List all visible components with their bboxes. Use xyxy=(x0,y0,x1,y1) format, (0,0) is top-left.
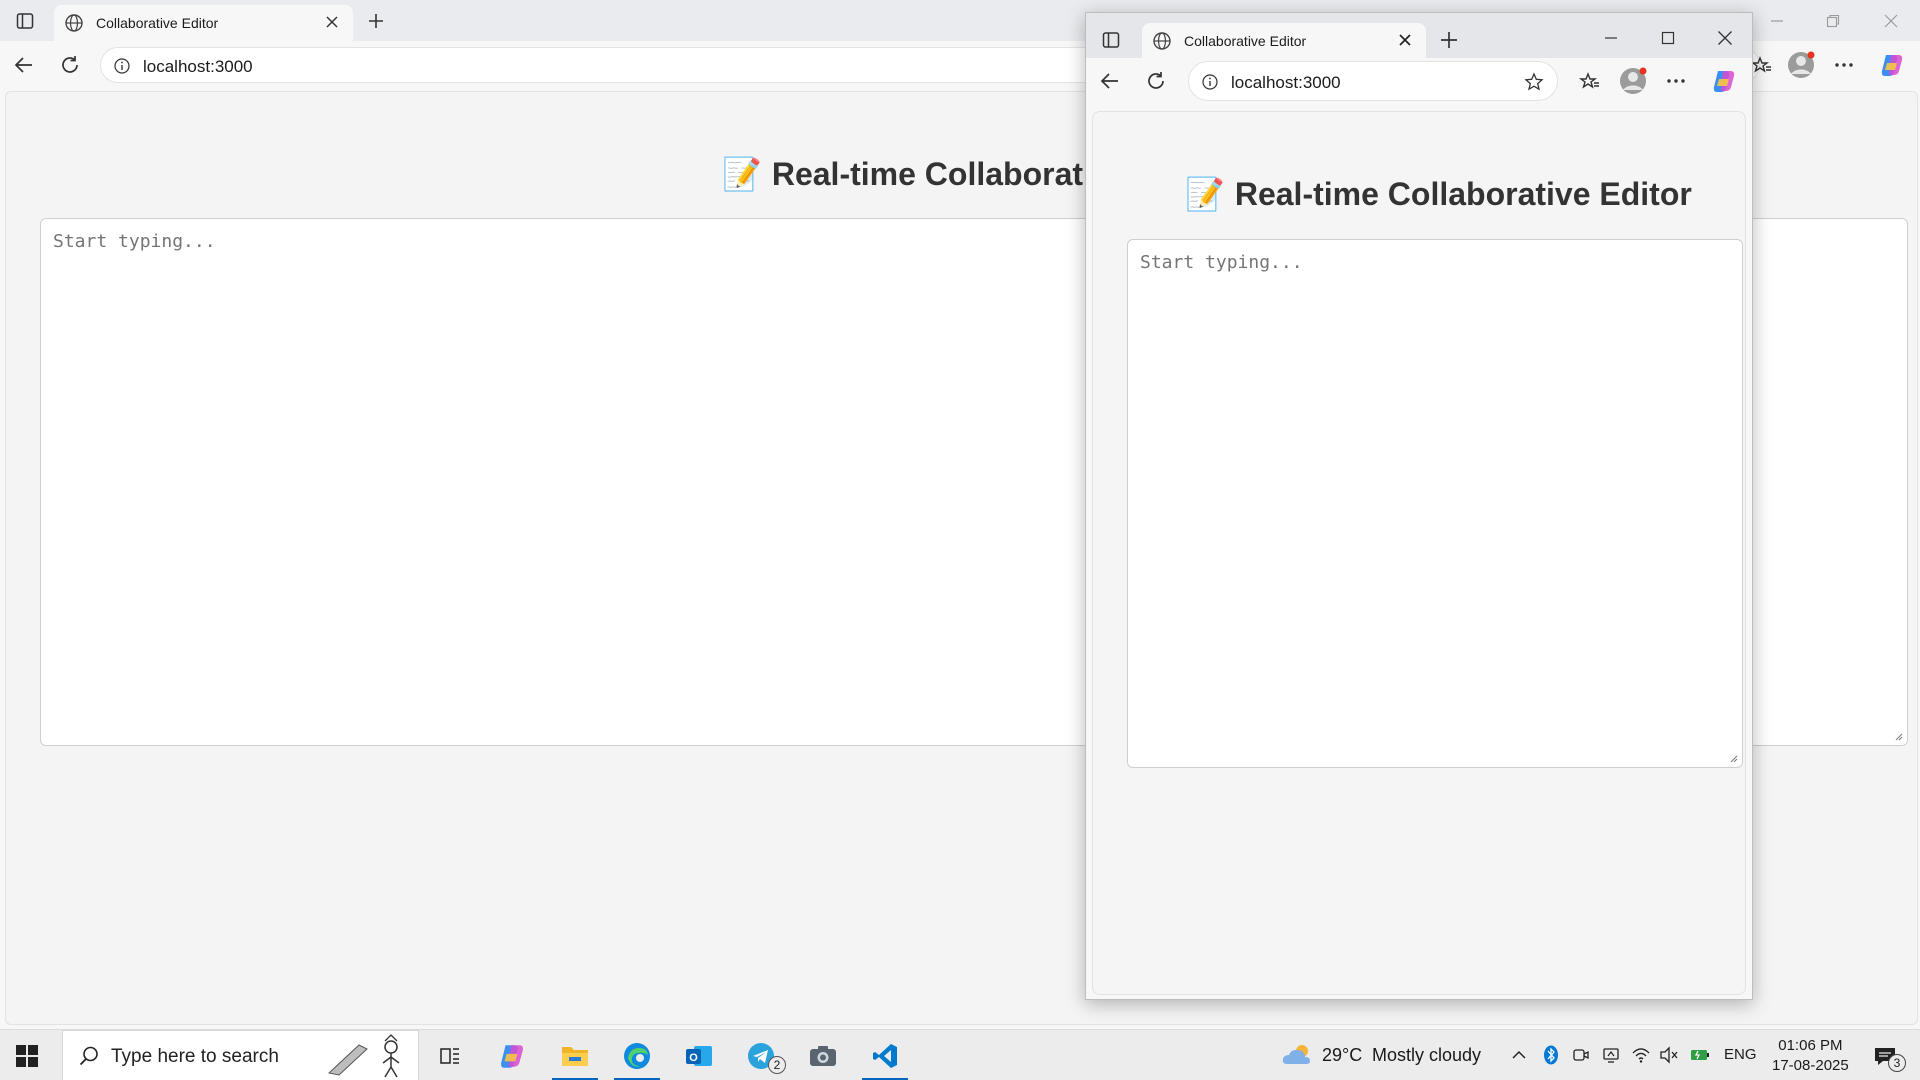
search-placeholder: Type here to search xyxy=(111,1046,279,1067)
star-icon[interactable] xyxy=(1523,71,1545,93)
tab-title: Collaborative Editor xyxy=(1184,33,1307,49)
notifications-icon[interactable]: 3 xyxy=(1866,1042,1906,1072)
tab-actions-icon[interactable] xyxy=(12,8,38,34)
resize-grip-icon[interactable] xyxy=(1893,731,1903,741)
language-indicator[interactable]: ENG xyxy=(1724,1046,1757,1063)
restore-icon[interactable] xyxy=(1818,8,1848,34)
address-bar[interactable]: localhost:3000 xyxy=(1188,61,1558,101)
speaker-muted-icon[interactable] xyxy=(1658,1043,1680,1067)
page-title-text: Real-time Collaborativ xyxy=(771,155,1110,192)
vscode-icon[interactable] xyxy=(859,1030,911,1080)
profile-avatar-icon[interactable] xyxy=(1784,48,1818,82)
meet-now-icon[interactable] xyxy=(1570,1043,1592,1067)
close-window-icon[interactable] xyxy=(1876,8,1906,34)
globe-icon xyxy=(1152,31,1172,56)
copilot-icon[interactable] xyxy=(1708,65,1740,97)
info-icon[interactable] xyxy=(113,57,131,75)
memo-icon: 📝 xyxy=(722,156,762,192)
clock[interactable]: 01:06 PM 17-08-2025 xyxy=(1772,1036,1849,1076)
memo-icon: 📝 xyxy=(1185,176,1225,212)
profile-avatar-icon[interactable] xyxy=(1616,64,1650,98)
file-explorer-icon[interactable] xyxy=(549,1030,601,1080)
clock-date: 17-08-2025 xyxy=(1772,1057,1849,1074)
windows-start-icon[interactable] xyxy=(16,1045,38,1072)
taskbar-search-box[interactable]: Type here to search xyxy=(62,1030,419,1080)
url-text: localhost:3000 xyxy=(143,57,253,76)
camera-icon[interactable] xyxy=(797,1030,849,1080)
weather-cloud-icon[interactable] xyxy=(1280,1040,1316,1070)
tab-bar: Collaborative Editor xyxy=(1086,13,1752,58)
weather-temp[interactable]: 29°C xyxy=(1322,1045,1362,1066)
outlook-icon[interactable]: O xyxy=(673,1030,725,1080)
battery-charging-icon[interactable] xyxy=(1688,1043,1712,1067)
new-tab-icon[interactable] xyxy=(1436,27,1462,53)
weather-description[interactable]: Mostly cloudy xyxy=(1372,1045,1481,1066)
foreground-browser-window: Collaborative Editor localhost:3000 📝 Re… xyxy=(1085,12,1753,1000)
refresh-icon[interactable] xyxy=(1142,67,1170,95)
page-title-text: Real-time Collaborative Editor xyxy=(1234,175,1692,212)
more-options-icon[interactable] xyxy=(1830,51,1858,79)
copilot-icon[interactable] xyxy=(1876,49,1908,81)
clock-time: 01:06 PM xyxy=(1778,1037,1843,1054)
resize-grip-icon[interactable] xyxy=(1728,753,1738,763)
telegram-icon[interactable]: 2 xyxy=(735,1030,787,1080)
globe-icon xyxy=(64,13,84,38)
search-highlight-illustration-icon xyxy=(321,1033,413,1079)
tab-title: Collaborative Editor xyxy=(96,15,219,31)
new-tab-icon[interactable] xyxy=(363,8,389,34)
back-arrow-icon[interactable] xyxy=(10,51,38,79)
url-text: localhost:3000 xyxy=(1231,73,1341,92)
refresh-icon[interactable] xyxy=(56,51,84,79)
taskbar: Type here to search O 2 29°C Mostly clou… xyxy=(0,1029,1920,1080)
favorites-icon[interactable] xyxy=(1576,67,1604,95)
telegram-badge: 2 xyxy=(768,1056,786,1074)
info-icon[interactable] xyxy=(1201,73,1219,91)
wifi-icon[interactable] xyxy=(1630,1043,1652,1067)
more-options-icon[interactable] xyxy=(1662,67,1690,95)
back-arrow-icon[interactable] xyxy=(1096,67,1124,95)
task-view-icon[interactable] xyxy=(424,1030,476,1080)
toolbar: localhost:3000 xyxy=(1086,58,1752,104)
minimize-icon[interactable] xyxy=(1596,25,1626,51)
tab-collaborative-editor[interactable]: Collaborative Editor xyxy=(1142,23,1426,58)
svg-text:O: O xyxy=(689,1052,698,1064)
bluetooth-icon[interactable] xyxy=(1540,1043,1562,1067)
close-tab-icon[interactable] xyxy=(1396,31,1414,54)
page-title: 📝 Real-time Collaborative Editor xyxy=(1185,175,1692,213)
copilot-app-icon[interactable] xyxy=(486,1030,538,1080)
notification-count-badge: 3 xyxy=(1888,1054,1906,1072)
search-icon xyxy=(77,1044,101,1068)
maximize-icon[interactable] xyxy=(1653,25,1683,51)
close-tab-icon[interactable] xyxy=(323,13,341,36)
chevron-up-icon[interactable] xyxy=(1508,1044,1530,1066)
minimize-icon[interactable] xyxy=(1762,8,1792,34)
tab-collaborative-editor[interactable]: Collaborative Editor xyxy=(54,5,353,41)
editor-textarea[interactable] xyxy=(1127,239,1743,768)
display-icon[interactable] xyxy=(1600,1043,1622,1067)
edge-browser-icon[interactable] xyxy=(611,1030,663,1080)
tab-actions-icon[interactable] xyxy=(1098,27,1124,53)
page-title: 📝 Real-time Collaborativ xyxy=(722,155,1110,193)
close-window-icon[interactable] xyxy=(1710,25,1740,51)
